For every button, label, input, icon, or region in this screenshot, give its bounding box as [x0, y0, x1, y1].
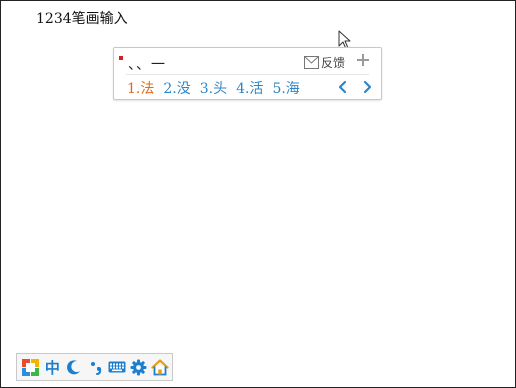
chevron-left-icon[interactable] — [336, 79, 350, 95]
keyboard-icon — [108, 361, 126, 373]
document-text: 1234笔画输入 — [36, 11, 128, 27]
language-label: 中 — [44, 358, 60, 377]
half-width-toggle[interactable] — [64, 356, 84, 378]
punctuation-icon — [90, 362, 101, 375]
feedback-button[interactable]: 反馈 — [304, 54, 345, 71]
candidate-5[interactable]: 5.海 — [272, 78, 299, 98]
punctuation-toggle[interactable] — [86, 356, 106, 378]
half-width-moon-icon — [66, 360, 80, 375]
sogou-logo-icon — [22, 358, 40, 376]
composition-string: 、、一 — [128, 57, 166, 73]
divider — [126, 74, 369, 75]
home-button[interactable] — [150, 356, 170, 378]
feedback-label: 反馈 — [321, 56, 346, 70]
candidate-2[interactable]: 2.没 — [163, 78, 190, 98]
language-toggle[interactable]: 中 — [43, 356, 63, 378]
candidate-1[interactable]: 1.法 — [127, 78, 154, 98]
candidate-3[interactable]: 3.头 — [200, 78, 227, 98]
candidate-list: 1.法 2.没 3.头 4.活 5.海 — [127, 78, 309, 98]
ime-status-bar: 中 — [16, 353, 173, 381]
soft-keyboard-button[interactable] — [107, 356, 127, 378]
home-icon — [151, 358, 169, 375]
settings-gear-icon — [130, 359, 147, 375]
settings-button[interactable] — [129, 356, 149, 378]
candidate-4[interactable]: 4.活 — [236, 78, 263, 98]
plus-icon[interactable] — [356, 53, 370, 67]
chevron-right-icon[interactable] — [360, 79, 374, 95]
ime-candidate-window: 、、一 反馈 1.法 2.没 3.头 4.活 5.海 — [113, 47, 382, 100]
composition-bar: 、、一 反馈 — [114, 48, 381, 74]
sogou-logo-button[interactable] — [21, 356, 41, 378]
input-indicator — [119, 56, 123, 60]
mail-icon — [304, 56, 319, 69]
